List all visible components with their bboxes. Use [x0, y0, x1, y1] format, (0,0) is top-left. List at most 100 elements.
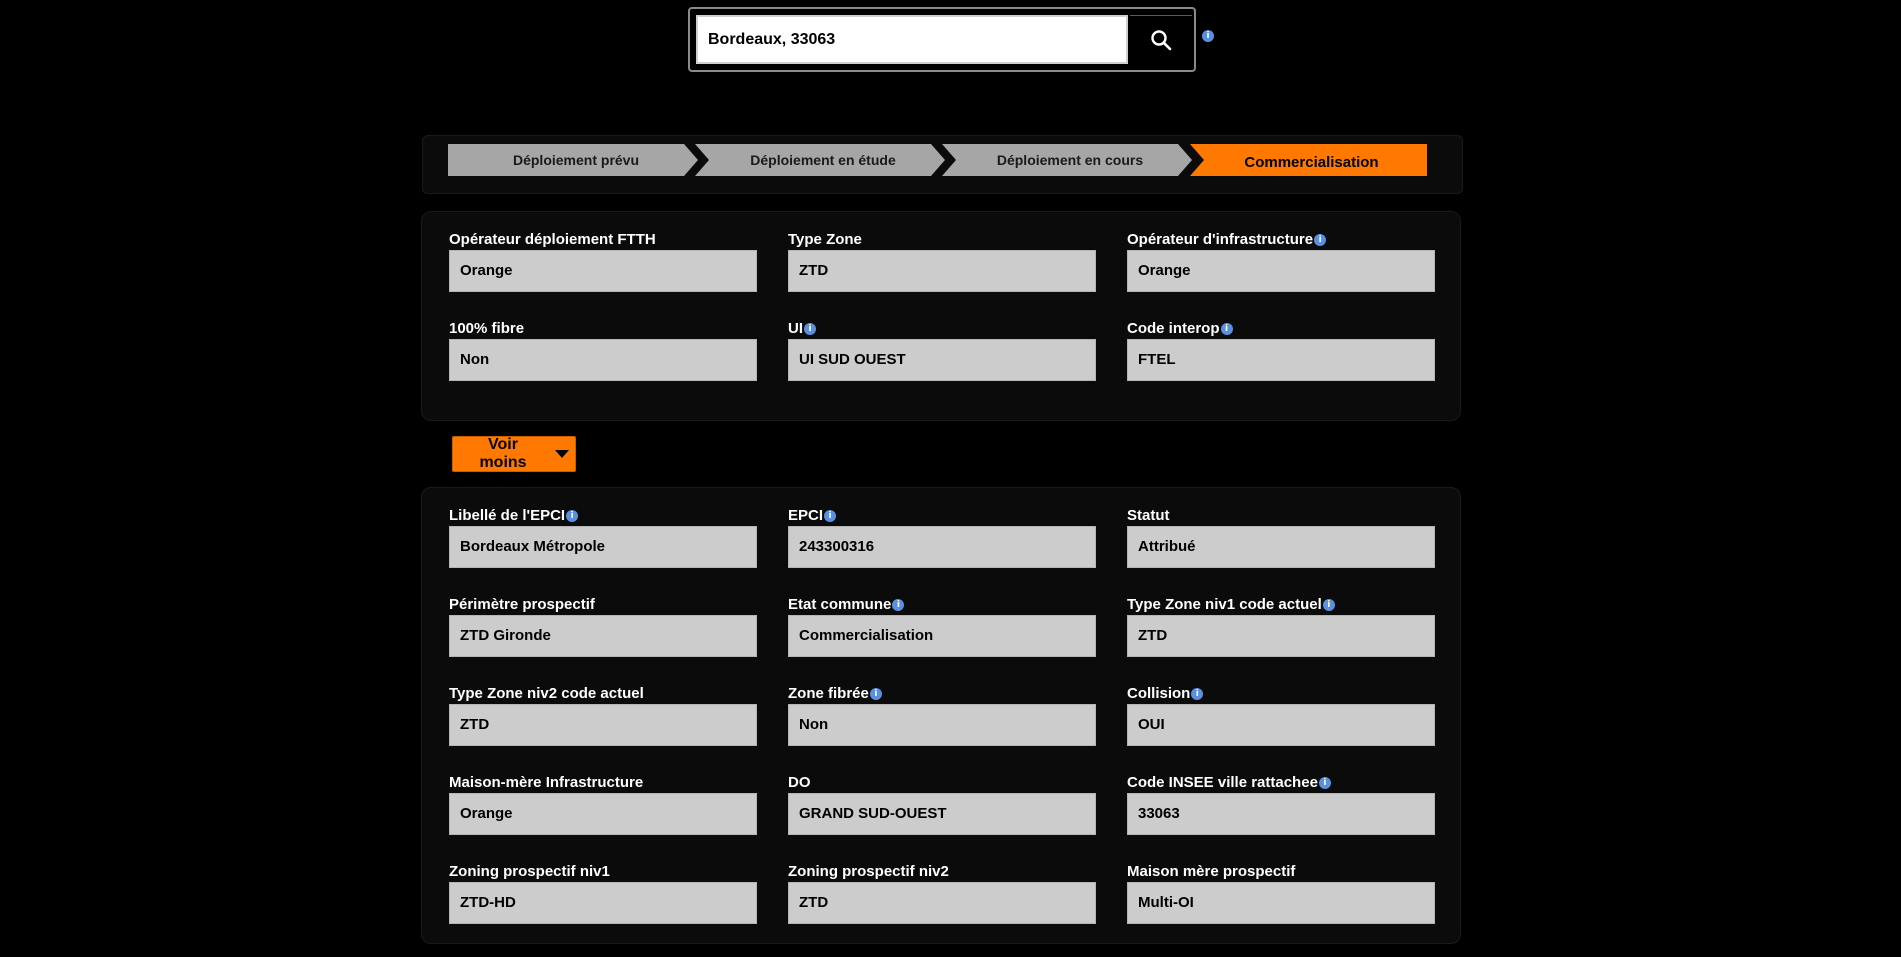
step-deploiement-en-cours[interactable]: Déploiement en cours — [942, 144, 1192, 176]
field-label-text: Etat commune — [788, 596, 892, 613]
field-code-insee-ville-rattachee: Code INSEE ville rattachee i 33063 — [1127, 772, 1435, 846]
field-label: DO — [788, 772, 1096, 793]
info-icon[interactable]: i — [1191, 688, 1204, 701]
field-value: Non — [449, 339, 757, 381]
field-label: Statut — [1127, 505, 1435, 526]
field-label-text: 100% fibre — [449, 320, 525, 337]
field-label-text: Collision — [1127, 685, 1191, 702]
field-value: Orange — [1127, 250, 1435, 292]
info-icon[interactable]: i — [1318, 777, 1331, 790]
field-maison-mere-infrastructure: Maison-mère Infrastructure Orange — [449, 772, 757, 846]
info-icon[interactable]: i — [824, 510, 837, 523]
field-label-text: Code INSEE ville rattachee — [1127, 774, 1318, 791]
field-value: 33063 — [1127, 793, 1435, 835]
info-icon[interactable]: i — [566, 510, 579, 523]
field-label: Code interop i — [1127, 318, 1435, 339]
field-value: FTEL — [1127, 339, 1435, 381]
detail-panel: Libellé de l'EPCI i Bordeaux Métropole EPCI… — [421, 487, 1461, 944]
field-ui: UI i UI SUD OUEST — [788, 318, 1096, 392]
detail-fields-grid: Libellé de l'EPCI i Bordeaux Métropole EPCI… — [449, 505, 1435, 935]
step-commercialisation[interactable]: Commercialisation — [1190, 144, 1427, 176]
field-label: Zoning prospectif niv1 — [449, 861, 757, 882]
info-icon[interactable]: i — [869, 688, 882, 701]
field-maison-mere-prospectif: Maison mère prospectif Multi-OI — [1127, 861, 1435, 935]
info-icon[interactable]: i — [1314, 234, 1327, 247]
field-label-text: Type Zone niv1 code actuel — [1127, 596, 1322, 613]
field-label-text: Maison-mère Infrastructure — [449, 774, 644, 791]
field-label: Opérateur déploiement FTTH — [449, 229, 757, 250]
field-label: Code INSEE ville rattachee i — [1127, 772, 1435, 793]
field-label-text: Maison mère prospectif — [1127, 863, 1296, 880]
field-label: Type Zone niv2 code actuel — [449, 683, 757, 704]
search-input[interactable] — [696, 15, 1128, 64]
field-operateur-deploiement-ftth: Opérateur déploiement FTTH Orange — [449, 229, 757, 303]
summary-fields-grid: Opérateur déploiement FTTH Orange Type Zon… — [449, 229, 1435, 392]
field-epci: EPCI i 243300316 — [788, 505, 1096, 579]
field-label-text: Statut — [1127, 507, 1170, 524]
step-deploiement-prevu[interactable]: Déploiement prévu — [448, 144, 698, 176]
field-value: Non — [788, 704, 1096, 746]
field-label-text: Opérateur déploiement FTTH — [449, 231, 656, 248]
search-icon — [1151, 30, 1172, 51]
field-label-text: Libellé de l'EPCI — [449, 507, 566, 524]
field-100-fibre: 100% fibre Non — [449, 318, 757, 392]
summary-panel: Opérateur déploiement FTTH Orange Type Zon… — [421, 211, 1461, 421]
field-label-text: Zoning prospectif niv1 — [449, 863, 610, 880]
field-libelle-de-l-epci: Libellé de l'EPCI i Bordeaux Métropole — [449, 505, 757, 579]
field-etat-commune: Etat commune i Commercialisation — [788, 594, 1096, 668]
field-label-text: Type Zone — [788, 231, 862, 248]
field-value: Orange — [449, 250, 757, 292]
field-operateur-d-infrastructure: Opérateur d'infrastructure i Orange — [1127, 229, 1435, 303]
field-value: ZTD Gironde — [449, 615, 757, 657]
field-value: ZTD — [788, 250, 1096, 292]
field-label: Zoning prospectif niv2 — [788, 861, 1096, 882]
step-label: Commercialisation — [1244, 153, 1379, 171]
field-zoning-prospectif-niv2: Zoning prospectif niv2 ZTD — [788, 861, 1096, 935]
field-type-zone-niv2-code-actuel: Type Zone niv2 code actuel ZTD — [449, 683, 757, 757]
field-label-text: DO — [788, 774, 811, 791]
field-perimetre-prospectif: Périmètre prospectif ZTD Gironde — [449, 594, 757, 668]
field-value: ZTD — [449, 704, 757, 746]
info-icon[interactable]: i — [804, 323, 816, 336]
step-label: Déploiement en cours — [996, 152, 1144, 168]
info-icon[interactable]: i — [1322, 599, 1335, 612]
field-zone-fibree: Zone fibrée i Non — [788, 683, 1096, 757]
field-label: Maison mère prospectif — [1127, 861, 1435, 882]
info-icon[interactable]: i — [892, 599, 905, 612]
field-label: UI i — [788, 318, 1096, 339]
field-value: UI SUD OUEST — [788, 339, 1096, 381]
field-collision: Collision i OUI — [1127, 683, 1435, 757]
caret-down-icon — [555, 450, 569, 458]
info-icon[interactable]: i — [1202, 30, 1214, 42]
field-label: Zone fibrée i — [788, 683, 1096, 704]
field-label-text: Type Zone niv2 code actuel — [449, 685, 644, 702]
voir-moins-label: Voir moins — [479, 436, 527, 471]
step-label: Déploiement prévu — [512, 152, 640, 168]
search-button[interactable] — [1130, 15, 1192, 64]
field-label: Type Zone niv1 code actuel i — [1127, 594, 1435, 615]
field-value: Attribué — [1127, 526, 1435, 568]
field-value: 243300316 — [788, 526, 1096, 568]
field-label: Opérateur d'infrastructure i — [1127, 229, 1435, 250]
voir-moins-button[interactable]: Voir moins — [452, 436, 576, 472]
field-label: Périmètre prospectif — [449, 594, 757, 615]
field-label-text: Code interop — [1127, 320, 1220, 337]
field-label-text: Opérateur d'infrastructure — [1127, 231, 1314, 248]
search-box — [688, 7, 1196, 72]
field-label: 100% fibre — [449, 318, 757, 339]
field-value: Bordeaux Métropole — [449, 526, 757, 568]
field-label: Collision i — [1127, 683, 1435, 704]
field-value: GRAND SUD-OUEST — [788, 793, 1096, 835]
deployment-steps-panel: Déploiement prévu Déploiement en étude D… — [422, 135, 1463, 194]
field-type-zone: Type Zone ZTD — [788, 229, 1096, 303]
field-label: Maison-mère Infrastructure — [449, 772, 757, 793]
step-deploiement-en-etude[interactable]: Déploiement en étude — [695, 144, 945, 176]
info-icon[interactable]: i — [1220, 323, 1233, 336]
field-label: Libellé de l'EPCI i — [449, 505, 757, 526]
field-label-text: Zone fibrée — [788, 685, 869, 702]
field-code-interop: Code interop i FTEL — [1127, 318, 1435, 392]
field-label: EPCI i — [788, 505, 1096, 526]
field-value: OUI — [1127, 704, 1435, 746]
field-statut: Statut Attribué — [1127, 505, 1435, 579]
field-value: Orange — [449, 793, 757, 835]
